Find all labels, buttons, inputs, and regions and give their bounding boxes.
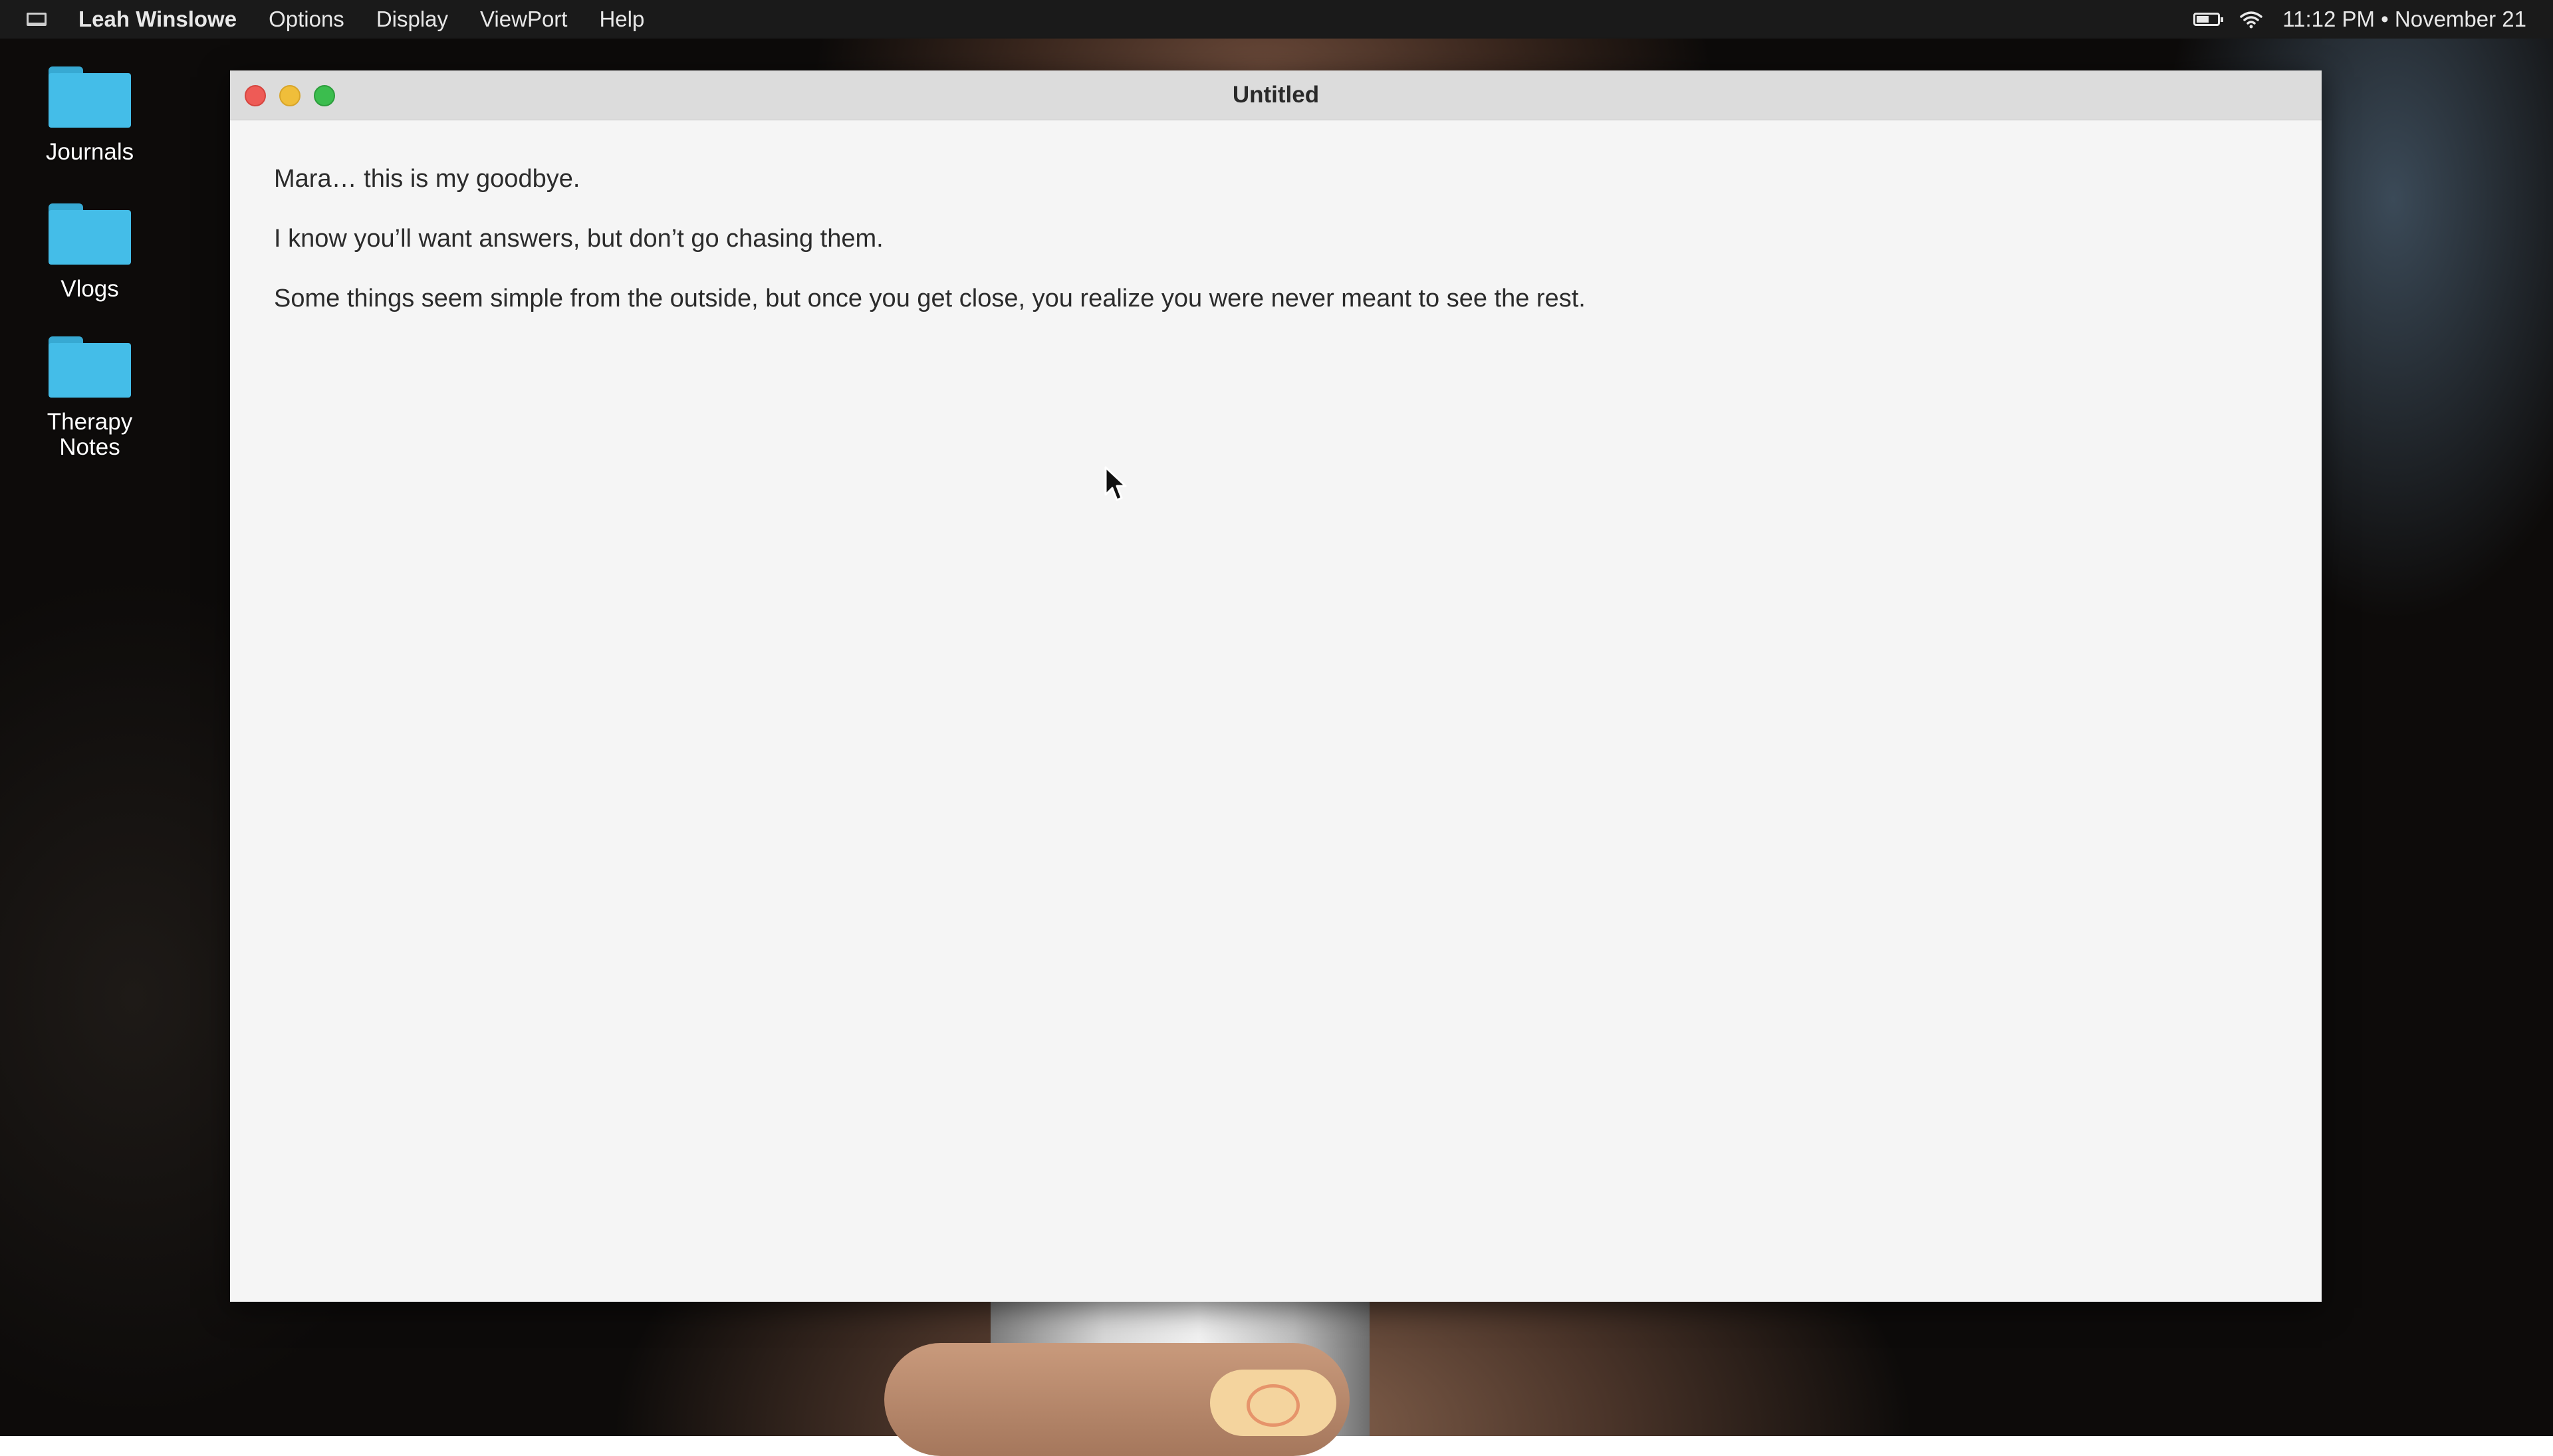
folder-icon xyxy=(49,203,131,265)
menu-help[interactable]: Help xyxy=(599,7,644,32)
close-button[interactable] xyxy=(245,85,266,106)
battery-icon[interactable] xyxy=(2193,13,2224,26)
folder-label: Vlogs xyxy=(61,276,119,302)
document-line: Some things seem simple from the outside… xyxy=(274,285,1586,312)
folder-icon xyxy=(49,66,131,128)
menu-display[interactable]: Display xyxy=(376,7,448,32)
menu-bar: Leah Winslowe Options Display ViewPort H… xyxy=(0,0,2553,39)
folder-icon xyxy=(49,336,131,398)
menu-clock[interactable]: 11:12 PM • November 21 xyxy=(2282,7,2526,32)
document-body[interactable]: Mara… this is my goodbye. I know you’ll … xyxy=(230,120,2322,313)
menu-app-name[interactable]: Leah Winslowe xyxy=(78,7,237,32)
menu-status-area: 11:12 PM • November 21 xyxy=(2193,7,2526,32)
window-titlebar[interactable]: Untitled xyxy=(230,70,2322,120)
wifi-icon[interactable] xyxy=(2240,10,2262,29)
editor-window: Untitled Mara… this is my goodbye. I kno… xyxy=(230,70,2322,1302)
window-title: Untitled xyxy=(1232,82,1320,108)
desktop-folder-journals[interactable]: Journals xyxy=(27,66,153,165)
menu-viewport[interactable]: ViewPort xyxy=(480,7,567,32)
maximize-button[interactable] xyxy=(314,85,335,106)
wallpaper-nail xyxy=(1210,1370,1336,1436)
folder-label: Therapy Notes xyxy=(47,409,133,460)
desktop-folder-vlogs[interactable]: Vlogs xyxy=(27,203,153,302)
menu-options[interactable]: Options xyxy=(269,7,344,32)
desktop-folder-therapy-notes[interactable]: Therapy Notes xyxy=(27,336,153,460)
document-line: I know you’ll want answers, but don’t go… xyxy=(274,225,884,253)
folder-label: Journals xyxy=(45,139,134,165)
minimize-button[interactable] xyxy=(279,85,301,106)
document-line: Mara… this is my goodbye. xyxy=(274,165,580,193)
laptop-icon[interactable] xyxy=(27,13,47,26)
mouse-pointer-icon xyxy=(1104,466,1127,501)
